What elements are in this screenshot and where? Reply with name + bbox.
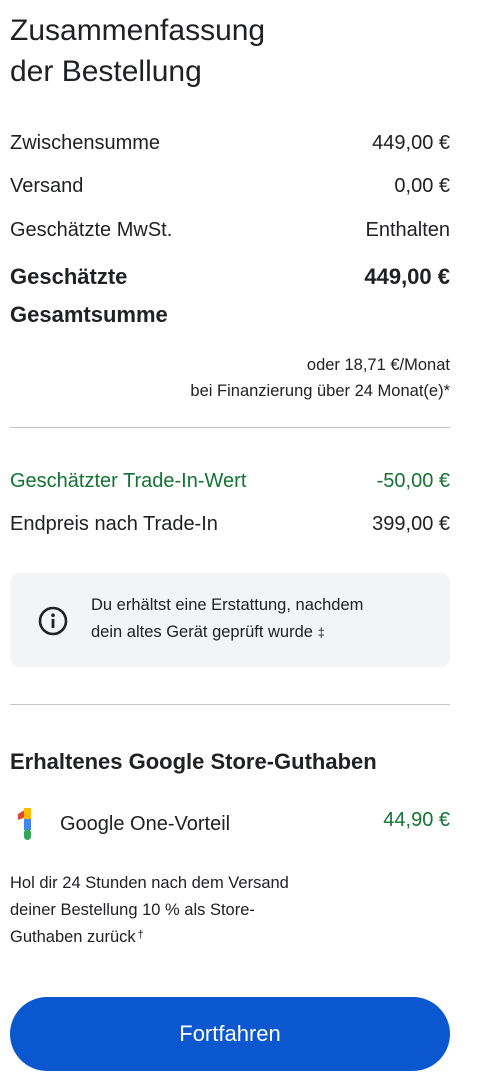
- shipping-row: Versand 0,00 €: [10, 172, 450, 200]
- title-line-2: der Bestellung: [10, 55, 202, 88]
- divider-2: [10, 704, 450, 705]
- info-icon: [38, 606, 68, 636]
- vat-label: Geschätzte MwSt.: [10, 219, 173, 241]
- trade-in-value-amount: -50,00 €: [376, 470, 450, 492]
- vat-row: Geschätzte MwSt. Enthalten: [10, 216, 450, 244]
- subtotal-value: 449,00 €: [372, 132, 450, 154]
- description-line-3: Guthaben zurück: [10, 928, 136, 946]
- google-one-value: 44,90 €: [383, 809, 450, 831]
- total-row: Geschätzte Gesamtsumme 449,00 €: [10, 258, 450, 334]
- title-line-1: Zusammenfassung: [10, 14, 266, 47]
- final-price-value: 399,00 €: [372, 513, 450, 535]
- refund-info-line-1: Du erhältst eine Erstattung, nachdem: [91, 596, 364, 614]
- description-line-1: Hol dir 24 Stunden nach dem Versand: [10, 874, 289, 892]
- shipping-value: 0,00 €: [394, 175, 450, 197]
- google-one-label: Google One-Vorteil: [60, 813, 231, 835]
- subtotal-label: Zwischensumme: [10, 132, 161, 154]
- google-one-logo: [18, 808, 31, 840]
- divider-1: [10, 427, 450, 428]
- total-label-line-1: Geschätzte: [10, 264, 128, 289]
- shipping-label: Versand: [10, 175, 84, 197]
- subtotal-row: Zwischensumme 449,00 €: [10, 129, 450, 157]
- total-label: Geschätzte Gesamtsumme: [10, 258, 250, 334]
- description-line-2: deiner Bestellung 10 % als Store-: [10, 901, 255, 919]
- refund-info-box: Du erhältst eine Erstattung, nachdem dei…: [10, 573, 450, 667]
- description-marker: †: [137, 929, 144, 941]
- page-title: Zusammenfassung der Bestellung: [10, 10, 450, 92]
- vat-value: Enthalten: [365, 219, 450, 241]
- refund-info-line-2: dein altes Gerät geprüft wurde: [91, 623, 313, 641]
- continue-button[interactable]: Fortfahren: [10, 997, 450, 1071]
- store-credit-title: Erhaltenes Google Store-Guthaben: [10, 749, 377, 774]
- trade-in-value-label: Geschätzter Trade-In-Wert: [10, 470, 247, 492]
- refund-info-marker: ‡: [317, 625, 325, 640]
- total-value: 449,00 €: [364, 264, 450, 289]
- refund-info-text: Du erhältst eine Erstattung, nachdem dei…: [91, 592, 431, 646]
- financing-line-1: oder 18,71 €/Monat: [306, 356, 450, 374]
- financing-note: oder 18,71 €/Monat bei Finanzierung über…: [10, 352, 450, 404]
- final-price-label: Endpreis nach Trade-In: [10, 513, 218, 535]
- financing-line-2: bei Finanzierung über 24 Monat(e)*: [190, 382, 450, 400]
- total-label-line-2: Gesamtsumme: [10, 302, 168, 327]
- store-credit-description: Hol dir 24 Stunden nach dem Versand dein…: [10, 870, 350, 951]
- google-one-benefit-row: Google One-Vorteil 44,90 €: [10, 804, 450, 844]
- final-price-row: Endpreis nach Trade-In 399,00 €: [10, 510, 450, 538]
- trade-in-value-row: Geschätzter Trade-In-Wert -50,00 €: [10, 467, 450, 495]
